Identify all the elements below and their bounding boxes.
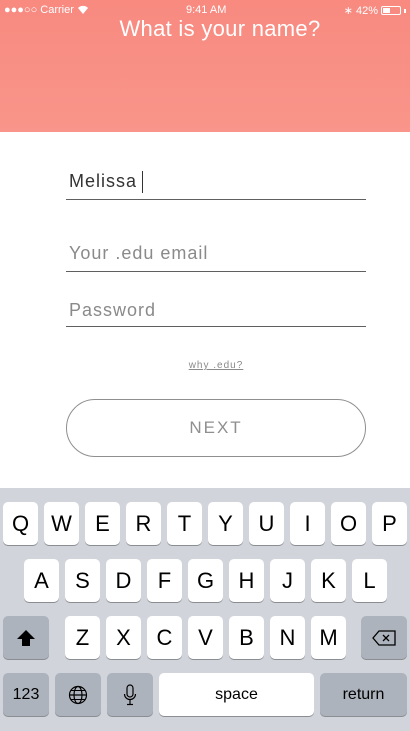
battery-tip [404,8,406,13]
key-a[interactable]: A [24,559,59,602]
key-z[interactable]: Z [65,616,100,659]
page-title: What is your name? [119,16,321,41]
name-field[interactable]: Melissa [66,165,366,200]
key-u[interactable]: U [249,502,284,545]
next-button[interactable]: NEXT [66,399,366,457]
microphone-icon [123,683,137,706]
key-x[interactable]: X [106,616,141,659]
password-field[interactable]: Password [66,294,366,327]
key-r[interactable]: R [126,502,161,545]
key-s[interactable]: S [65,559,100,602]
backspace-key[interactable] [361,616,407,659]
wifi-icon [77,5,89,15]
numbers-key[interactable]: 123 [3,673,49,716]
key-p[interactable]: P [372,502,407,545]
key-l[interactable]: L [352,559,387,602]
battery-percent: 42% [355,4,378,17]
header-banner: ●●●○○ Carrier 9:41 AM ∗ 42% What is your… [0,0,410,132]
key-b[interactable]: B [229,616,264,659]
text-caret [142,171,144,194]
keyboard: Q W E R T Y U I O P A S D F G H J K L Z … [0,488,410,731]
key-k[interactable]: K [311,559,346,602]
key-f[interactable]: F [147,559,182,602]
key-c[interactable]: C [147,616,182,659]
key-e[interactable]: E [85,502,120,545]
shift-icon [16,629,36,647]
globe-icon [68,685,88,705]
shift-key[interactable] [3,616,49,659]
email-placeholder: Your .edu email [69,243,209,263]
carrier-label: ●●●○○ Carrier [4,4,89,16]
key-y[interactable]: Y [208,502,243,545]
key-m[interactable]: M [311,616,346,659]
dictation-key[interactable] [107,673,153,716]
status-time: 9:41 AM [186,4,227,16]
key-t[interactable]: T [167,502,202,545]
key-v[interactable]: V [188,616,223,659]
key-i[interactable]: I [290,502,325,545]
key-g[interactable]: G [188,559,223,602]
backspace-icon [372,629,396,646]
key-h[interactable]: H [229,559,264,602]
space-key[interactable]: space [159,673,314,716]
key-n[interactable]: N [270,616,305,659]
password-placeholder: Password [69,300,157,320]
key-w[interactable]: W [44,502,79,545]
email-field[interactable]: Your .edu email [66,237,366,272]
why-edu-link[interactable]: why .edu? [0,360,410,371]
name-value: Melissa [69,171,138,191]
key-d[interactable]: D [106,559,141,602]
return-key[interactable]: return [320,673,407,716]
key-j[interactable]: J [270,559,305,602]
key-q[interactable]: Q [3,502,38,545]
globe-key[interactable] [55,673,101,716]
key-o[interactable]: O [331,502,366,545]
battery-icon [381,6,401,15]
